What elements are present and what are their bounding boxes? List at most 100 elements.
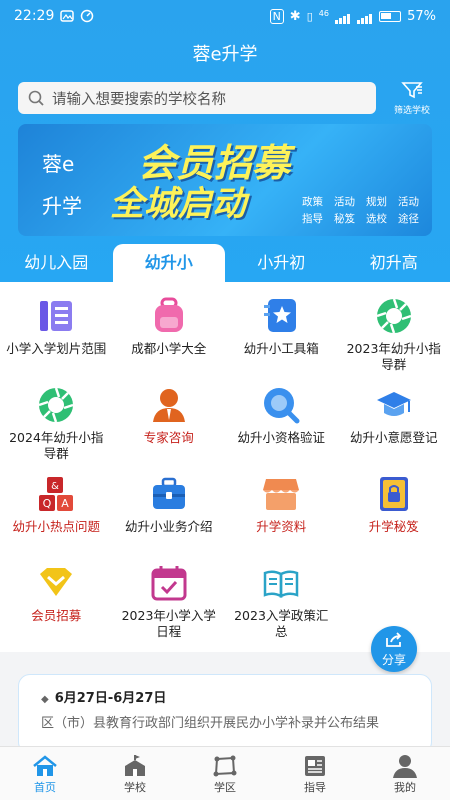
share-icon — [386, 632, 402, 647]
tab-kindergarten[interactable]: 幼儿入园 — [0, 244, 113, 282]
grid-item-label: 幼升小资格验证 — [237, 430, 325, 445]
share-label: 分享 — [381, 653, 406, 667]
grid-item-materials[interactable]: 升学资料 — [225, 474, 338, 563]
grid-item-policy-summary[interactable]: 2023入学政策汇总 — [225, 563, 338, 652]
search-placeholder: 请输入想要搜索的学校名称 — [52, 91, 226, 108]
tab-middle-entry[interactable]: 小升初 — [225, 244, 338, 282]
grid-item-label: 2024年幼升小指导群 — [9, 430, 104, 461]
grid-item-label: 2023入学政策汇总 — [234, 608, 329, 639]
grid-item-zone-range[interactable]: 小学入学划片范围 — [0, 296, 113, 385]
banner-tag: 政策 — [302, 196, 323, 208]
graduation-cap-icon — [374, 385, 414, 425]
aperture-icon — [36, 385, 76, 425]
banner-side-top: 蓉e — [42, 152, 75, 176]
school-icon — [125, 755, 145, 776]
nav-home[interactable]: 首页 — [0, 747, 90, 800]
grid-item-chengdu-schools[interactable]: 成都小学大全 — [113, 296, 226, 385]
nav-guide-label: 指导 — [304, 781, 326, 794]
promo-banner[interactable]: 蓉e 升学 会员招募 全城启动 政策 活动 规划 活动 指导 秘笈 选校 途径 — [18, 124, 432, 236]
nav-guide[interactable]: 指导 — [270, 747, 360, 800]
grid-item-hot-questions[interactable]: & Q A 幼升小热点问题 — [0, 474, 113, 563]
diamond-bullet-icon: ◆ — [41, 694, 49, 705]
grid-item-membership[interactable]: 会员招募 — [0, 563, 113, 652]
nfc-icon: N — [269, 8, 284, 24]
grid-item-label: 小学入学划片范围 — [6, 341, 107, 356]
nav-home-label: 首页 — [34, 781, 56, 794]
search-bubble-icon — [261, 385, 301, 425]
grid-item-label: 幼升小意愿登记 — [349, 430, 438, 445]
open-book-icon — [261, 563, 301, 603]
banner-tag: 规划 — [366, 196, 387, 208]
banner-tag: 选校 — [366, 213, 387, 225]
svg-text:&: & — [51, 481, 59, 492]
grid-item-label: 专家咨询 — [143, 430, 194, 445]
grid-item-label: 会员招募 — [31, 608, 82, 623]
header: 22:29 N ✱ ▯ 46 57% 蓉e升学 请输入想要搜索的学校名称 筛选学… — [0, 0, 450, 282]
feature-grid-panel: 小学入学划片范围 成都小学大全 幼升小工具箱 2023年幼升小指导群 2024年… — [0, 282, 450, 652]
news-date-row: ◆ 6月27日-6月27日 — [41, 687, 413, 706]
grid-item-label: 2023年小学入学日程 — [121, 608, 216, 639]
grid-item-label: 幼升小业务介绍 — [124, 519, 213, 534]
grid-item-guide-group-2024[interactable]: 2024年幼升小指导群 — [0, 385, 113, 474]
gauge-icon — [81, 9, 94, 23]
grid-item-label: 成都小学大全 — [131, 341, 207, 356]
search-icon — [28, 90, 44, 106]
status-bar: 22:29 N ✱ ▯ 46 57% — [0, 0, 450, 32]
tab-primary-entry[interactable]: 幼升小 — [112, 244, 225, 282]
nav-district[interactable]: 学区 — [180, 747, 270, 800]
locked-book-icon — [374, 474, 414, 514]
svg-text:Q: Q — [43, 497, 52, 510]
list-icon — [36, 296, 76, 336]
banner-tag: 秘笈 — [334, 213, 355, 225]
nav-district-label: 学区 — [214, 781, 236, 794]
grid-item-toolbox[interactable]: 幼升小工具箱 — [225, 296, 338, 385]
svg-text:A: A — [61, 497, 69, 510]
grid-item-label: 升学秘笈 — [368, 519, 419, 534]
filter-icon — [401, 82, 423, 99]
feature-grid: 小学入学划片范围 成都小学大全 幼升小工具箱 2023年幼升小指导群 2024年… — [0, 282, 450, 652]
news-date: 6月27日-6月27日 — [54, 691, 167, 706]
banner-tags: 政策 活动 规划 活动 指导 秘笈 选校 途径 — [302, 194, 430, 226]
grid-item-secrets[interactable]: 升学秘笈 — [338, 474, 450, 563]
calendar-icon — [149, 563, 189, 603]
banner-tag: 指导 — [302, 213, 323, 225]
signal-icon: 46 — [319, 9, 351, 24]
grid-item-expert-consult[interactable]: 专家咨询 — [113, 385, 226, 474]
aperture-icon — [374, 296, 414, 336]
bottom-nav: 首页 学校 学区 指导 我的 — [0, 746, 450, 800]
nav-profile-label: 我的 — [394, 781, 416, 794]
home-icon — [33, 755, 57, 776]
district-icon — [213, 755, 237, 777]
filter-schools-button[interactable]: 筛选学校 — [386, 80, 438, 116]
grid-item-schedule-2023[interactable]: 2023年小学入学日程 — [113, 563, 226, 652]
signal-icon-2 — [357, 9, 373, 24]
app-title: 蓉e升学 — [192, 44, 258, 65]
stage-tabs: 幼儿入园 幼升小 小升初 初升高 — [0, 244, 450, 282]
banner-headline-2: 全城启动 — [110, 184, 246, 224]
tab-high-entry[interactable]: 初升高 — [338, 244, 450, 282]
user-icon — [393, 755, 417, 778]
grid-item-label: 幼升小热点问题 — [12, 519, 100, 534]
school-bag-icon — [149, 296, 189, 336]
news-card[interactable]: ◆ 6月27日-6月27日 区（市）县教育行政部门组织开展民办小学补录并公布结果 — [18, 674, 432, 754]
battery-percent: 57% — [407, 8, 436, 24]
grid-item-intent-register[interactable]: 幼升小意愿登记 — [338, 385, 450, 474]
banner-side-bottom: 升学 — [42, 194, 82, 218]
grid-item-label: 升学资料 — [256, 519, 307, 534]
grid-item-label: 幼升小工具箱 — [243, 341, 319, 356]
expert-icon — [149, 385, 189, 425]
filter-label: 筛选学校 — [393, 106, 430, 116]
grid-item-guide-group-2023[interactable]: 2023年幼升小指导群 — [338, 296, 450, 385]
share-button[interactable]: 分享 — [371, 626, 417, 672]
banner-tag: 活动 — [398, 196, 419, 208]
banner-tag: 活动 — [334, 196, 355, 208]
search-bar[interactable]: 请输入想要搜索的学校名称 — [18, 82, 376, 114]
banner-tag: 途径 — [398, 213, 419, 225]
nav-school[interactable]: 学校 — [90, 747, 180, 800]
grid-item-eligibility-check[interactable]: 幼升小资格验证 — [225, 385, 338, 474]
shop-icon — [261, 474, 301, 514]
nav-profile[interactable]: 我的 — [360, 747, 450, 800]
status-time: 22:29 — [14, 8, 55, 24]
grid-item-business-intro[interactable]: 幼升小业务介绍 — [113, 474, 226, 563]
qa-blocks-icon: & Q A — [36, 474, 76, 514]
